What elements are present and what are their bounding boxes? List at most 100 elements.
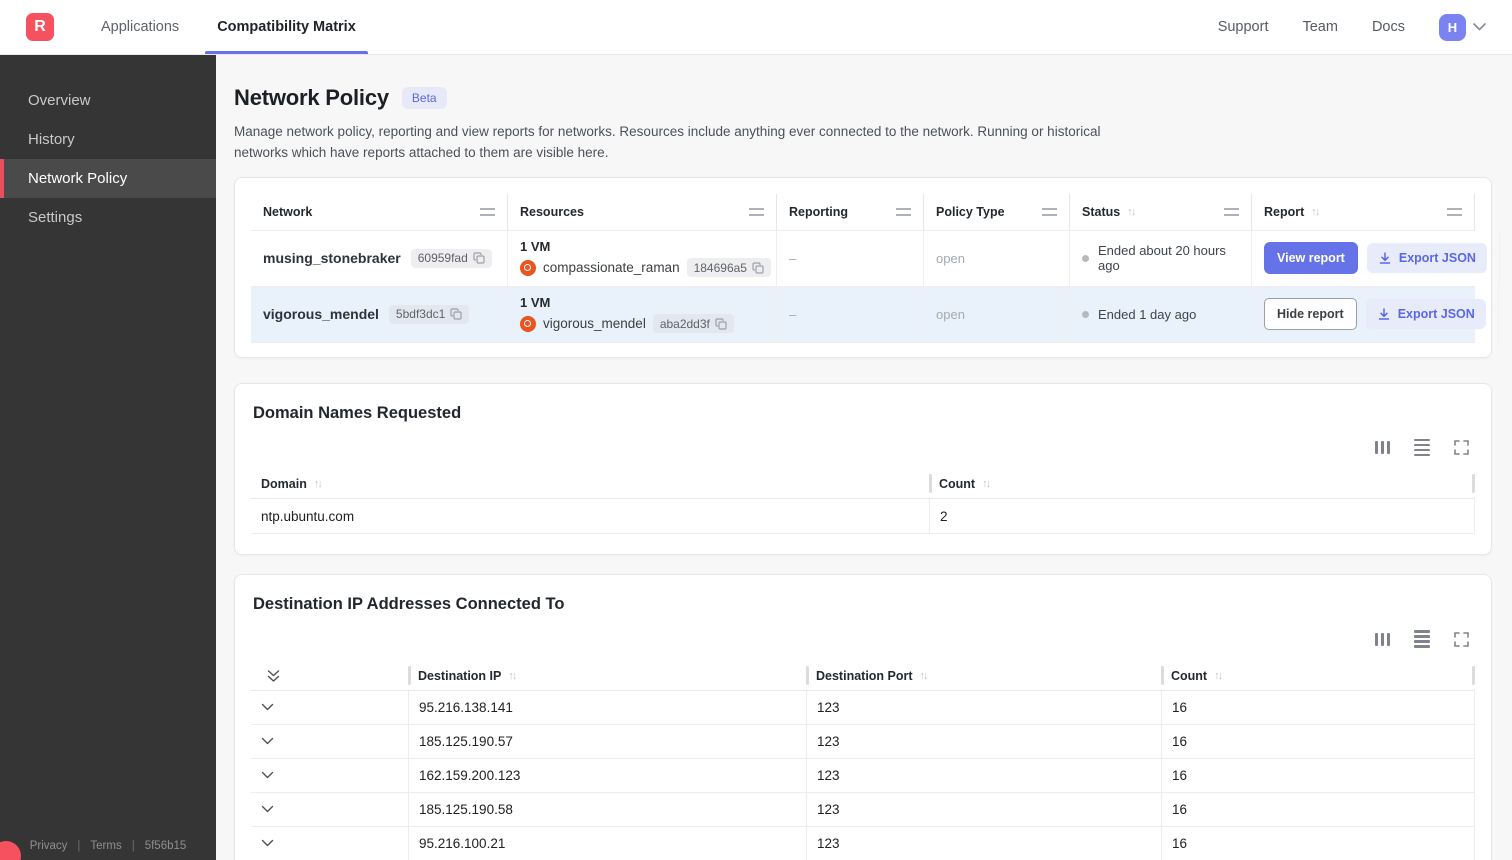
columns-icon[interactable] xyxy=(1374,632,1390,646)
sort-icon[interactable]: ↑↓ xyxy=(1311,206,1320,218)
page-description: Manage network policy, reporting and vie… xyxy=(234,124,1101,160)
row-expander[interactable] xyxy=(251,793,408,826)
copy-icon[interactable] xyxy=(450,308,462,320)
sort-icon[interactable]: ↑↓ xyxy=(1214,670,1223,682)
top-navbar: R Applications Compatibility Matrix Supp… xyxy=(0,0,1512,55)
status-dot-icon xyxy=(1082,254,1089,262)
copy-icon[interactable] xyxy=(752,262,764,274)
export-json-button[interactable]: Export JSON xyxy=(1365,299,1486,330)
resources-cell: 1 VM vigorous_mendel aba2dd3f xyxy=(507,286,776,342)
status-text: Ended about 20 hours ago xyxy=(1098,243,1226,274)
destination-port-cell: 123 xyxy=(806,792,1161,826)
navbar-right: Support Team Docs H xyxy=(1218,13,1486,41)
row-expander[interactable] xyxy=(251,725,408,758)
sidebar-item-overview[interactable]: Overview xyxy=(0,81,216,120)
fullscreen-icon[interactable] xyxy=(1454,631,1469,647)
footer-divider: | xyxy=(77,840,81,852)
view-report-button[interactable]: View report xyxy=(1264,242,1358,275)
sort-icon[interactable]: ↑↓ xyxy=(508,670,517,682)
column-header-reporting[interactable]: Reporting xyxy=(776,193,923,230)
column-header-count[interactable]: Count ↑↓ xyxy=(1161,662,1475,690)
column-header-count[interactable]: Count ↑↓ xyxy=(929,470,1475,498)
column-header-destination-port[interactable]: Destination Port ↑↓ xyxy=(806,662,1161,690)
report-cell: Hide report Export JSON xyxy=(1251,286,1499,342)
network-table-row[interactable]: vigorous_mendel 5bdf3dc1 1 VM vigorous_m… xyxy=(251,285,1499,343)
resources-cell: 1 VM compassionate_raman 184696a5 xyxy=(507,230,776,286)
resources-summary: 1 VM xyxy=(520,239,551,255)
export-json-button[interactable]: Export JSON xyxy=(1366,243,1487,274)
beta-badge: Beta xyxy=(401,87,447,109)
column-header-domain[interactable]: Domain ↑↓ xyxy=(251,470,929,498)
network-cell: vigorous_mendel 5bdf3dc1 xyxy=(251,287,507,342)
copy-icon[interactable] xyxy=(473,252,485,264)
row-expander[interactable] xyxy=(251,827,408,860)
avatar[interactable]: H xyxy=(1439,13,1466,41)
sidebar-item-settings[interactable]: Settings xyxy=(0,198,216,237)
column-resize-handle-icon[interactable] xyxy=(1042,207,1057,216)
expand-all-header xyxy=(251,662,408,690)
network-table-row[interactable]: musing_stonebraker 60959fad 1 VM compass… xyxy=(251,229,1500,286)
ubuntu-icon xyxy=(520,315,536,332)
column-header-status[interactable]: Status ↑↓ xyxy=(1069,193,1251,230)
brand-logo[interactable]: R xyxy=(26,13,54,41)
expand-all-icon[interactable] xyxy=(267,669,280,683)
sidebar-item-history[interactable]: History xyxy=(0,120,216,159)
column-header-network[interactable]: Network xyxy=(251,194,507,230)
footer-divider: | xyxy=(131,840,135,852)
card-title: Domain Names Requested xyxy=(253,403,462,422)
support-link[interactable]: Support xyxy=(1218,19,1269,35)
status-text: Ended 1 day ago xyxy=(1098,306,1197,322)
user-menu[interactable]: H xyxy=(1439,13,1486,41)
row-expander[interactable] xyxy=(251,759,408,792)
resource-id-badge: 184696a5 xyxy=(686,258,771,278)
destination-ip-cell: 162.159.200.123 xyxy=(408,758,806,792)
destination-table-row[interactable]: 162.159.200.123 123 16 xyxy=(251,758,1475,793)
column-resize-handle-icon[interactable] xyxy=(1447,207,1462,216)
report-cell: View report Export JSON xyxy=(1251,230,1500,286)
destination-ip-cell: 95.216.100.21 xyxy=(408,826,806,860)
column-header-resources[interactable]: Resources xyxy=(507,193,776,230)
column-resize-handle-icon[interactable] xyxy=(749,207,764,216)
network-name: vigorous_mendel xyxy=(263,306,379,323)
column-resize-handle-icon[interactable] xyxy=(1224,207,1239,216)
count-cell: 16 xyxy=(1161,826,1475,860)
destination-ips-card: Destination IP Addresses Connected To De… xyxy=(234,574,1492,860)
card-title: Destination IP Addresses Connected To xyxy=(253,595,565,614)
sort-icon[interactable]: ↑↓ xyxy=(314,478,323,490)
tab-compatibility-matrix[interactable]: Compatibility Matrix xyxy=(205,0,368,54)
page-title: Network Policy xyxy=(234,85,389,110)
destination-table-row[interactable]: 185.125.190.57 123 16 xyxy=(251,724,1475,759)
fullscreen-icon[interactable] xyxy=(1454,440,1469,455)
row-density-icon[interactable] xyxy=(1414,630,1430,648)
column-header-report[interactable]: Report ↑↓ xyxy=(1251,193,1475,230)
tab-applications[interactable]: Applications xyxy=(91,0,189,54)
table-toolbar xyxy=(251,630,1469,648)
sort-icon[interactable]: ↑↓ xyxy=(982,478,991,490)
destination-table-row[interactable]: 95.216.138.141 123 16 xyxy=(251,690,1475,725)
sidebar-item-network-policy[interactable]: Network Policy xyxy=(0,159,216,198)
sidebar-footer: Privacy | Terms | 5f56b15 xyxy=(0,840,216,852)
row-density-icon[interactable] xyxy=(1414,438,1430,457)
domain-table-row[interactable]: ntp.ubuntu.com 2 xyxy=(251,499,1475,535)
destination-table-row[interactable]: 95.216.100.21 123 16 xyxy=(251,826,1475,860)
privacy-link[interactable]: Privacy xyxy=(30,840,68,852)
sort-icon[interactable]: ↑↓ xyxy=(1127,206,1136,218)
column-header-destination-ip[interactable]: Destination IP ↑↓ xyxy=(408,662,806,690)
docs-link[interactable]: Docs xyxy=(1372,19,1405,35)
row-expander[interactable] xyxy=(251,691,408,724)
team-link[interactable]: Team xyxy=(1302,19,1337,35)
column-resize-handle-icon[interactable] xyxy=(896,207,911,216)
destination-table-row[interactable]: 185.125.190.58 123 16 xyxy=(251,792,1475,827)
destination-port-cell: 123 xyxy=(806,826,1161,860)
resource-name: vigorous_mendel xyxy=(543,316,646,332)
hide-report-button[interactable]: Hide report xyxy=(1264,298,1357,331)
terms-link[interactable]: Terms xyxy=(90,840,121,852)
domains-table-header: Domain ↑↓ Count ↑↓ xyxy=(251,470,1475,500)
copy-icon[interactable] xyxy=(715,318,727,330)
sort-icon[interactable]: ↑↓ xyxy=(920,670,929,682)
destination-ip-cell: 95.216.138.141 xyxy=(408,690,806,724)
chevron-down-icon xyxy=(261,737,274,745)
column-header-policy-type[interactable]: Policy Type xyxy=(923,193,1069,230)
columns-icon[interactable] xyxy=(1374,441,1390,455)
column-resize-handle-icon[interactable] xyxy=(480,207,495,216)
